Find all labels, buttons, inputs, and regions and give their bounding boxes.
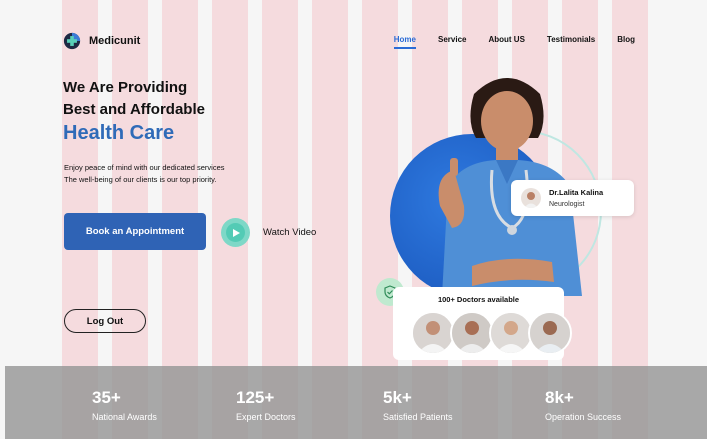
doctor-info-card[interactable]: Dr.Lalita Kalina Neurologist [511, 180, 634, 216]
stat-patients: 5k+ Satisfied Patients [383, 388, 453, 422]
stat-doctors: 125+ Expert Doctors [236, 388, 296, 422]
play-video-button[interactable] [221, 218, 250, 247]
nav-service[interactable]: Service [438, 35, 466, 44]
nav-about-us[interactable]: About US [488, 35, 524, 44]
doctor-avatar [411, 311, 455, 355]
stat-value: 125+ [236, 388, 275, 407]
nav-home[interactable]: Home [393, 35, 417, 49]
stat-operations: 8k+ Operation Success [545, 388, 621, 422]
page: Medicunit Home Service About US Testimon… [0, 0, 707, 439]
stat-label: Operation Success [545, 412, 622, 422]
stat-label: Expert Doctors [236, 412, 296, 422]
doctors-available-title: 100+ Doctors available [437, 295, 520, 304]
doctor-avatar [528, 311, 572, 355]
stat-label: Satisfied Patients [383, 412, 453, 422]
medical-cross-logo-icon [63, 32, 81, 50]
hero-description: Enjoy peace of mind with our dedicated s… [64, 162, 225, 186]
hero-description-line1: Enjoy peace of mind with our dedicated s… [64, 163, 225, 172]
doctor-avatar [450, 311, 494, 355]
brand[interactable]: Medicunit [63, 32, 140, 50]
main-nav: Home Service About US Testimonials Blog [393, 35, 635, 49]
stat-value: 5k+ [383, 388, 412, 407]
brand-name: Medicunit [89, 35, 141, 47]
doctor-role: Neurologist [549, 201, 585, 208]
doctor-avatars [411, 311, 572, 355]
play-icon [226, 223, 245, 242]
stat-awards: 35+ National Awards [92, 388, 157, 422]
stat-value: 35+ [92, 388, 121, 407]
hero-heading-line2: Best and Affordable [63, 101, 205, 118]
hero-heading: We Are Providing Best and Affordable [63, 77, 205, 121]
doctor-avatar [489, 311, 533, 355]
hero-heading-accent: Health Care [63, 122, 175, 144]
stats-bar: 35+ National Awards 125+ Expert Doctors … [5, 366, 707, 439]
stat-label: National Awards [92, 412, 157, 422]
nav-blog[interactable]: Blog [617, 35, 635, 44]
doctor-avatar [521, 188, 541, 208]
logout-button[interactable]: Log Out [64, 309, 146, 333]
book-appointment-button[interactable]: Book an Appointment [64, 213, 206, 250]
hero-description-line2: The well-being of our clients is our top… [64, 175, 217, 184]
stat-value: 8k+ [545, 388, 574, 407]
hero-heading-line1: We Are Providing [63, 79, 188, 96]
watch-video-link[interactable]: Watch Video [263, 227, 316, 238]
doctors-available-card[interactable]: 100+ Doctors available [393, 287, 572, 360]
nav-testimonials[interactable]: Testimonials [547, 35, 595, 44]
doctor-name: Dr.Lalita Kalina [549, 188, 604, 197]
